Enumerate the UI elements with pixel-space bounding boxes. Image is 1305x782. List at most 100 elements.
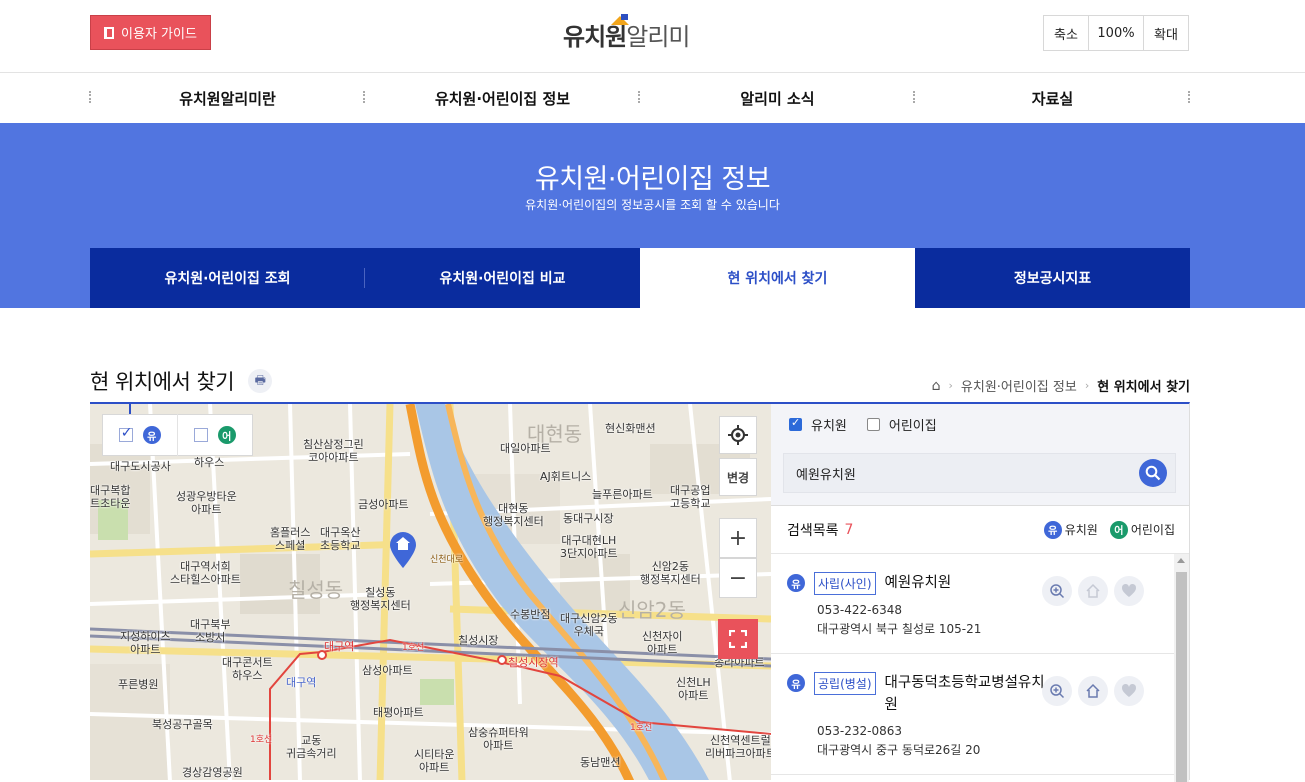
map-poi-label: 신암2동 행정복지센터 [640,560,701,586]
map-view[interactable]: 대현동 칠성동 신암2동 대구도시공사 하우스 침산삼정그린 코아아파트 대일아… [90,402,771,780]
map-poi-label: 대구도시공사 [110,460,171,473]
tab-label: 현 위치에서 찾기 [727,271,828,287]
nav-item-about[interactable]: 유치원알리미란 [90,73,365,123]
zoom-detail-icon[interactable] [1042,576,1072,606]
user-guide-button[interactable]: 이용자 가이드 [90,15,211,50]
tab-label: 정보공시지표 [1013,271,1092,287]
map-poi-label: 현신화맨션 [605,422,656,435]
map-poi-label: 금성아파트 [358,498,409,511]
map-station-label: 대구역 [286,676,317,689]
zoom-out-button[interactable]: 축소 [1044,16,1089,50]
type-badge: 사립(사인) [814,572,876,595]
legend-label: 유치원 [1064,523,1098,537]
map-poi-label: 대구북부 소방서 [190,618,231,644]
list-item[interactable]: 유 사립(사인) 예원유치원 053-422-6348 대구광역시 북구 칠성로… [771,554,1174,654]
print-icon[interactable]: 🖶 [248,369,273,393]
user-guide-label: 이용자 가이드 [121,27,197,42]
nav-item-info[interactable]: 유치원·어린이집 정보 [365,73,640,123]
zoom-in-map-button[interactable]: + [719,518,757,558]
daycare-toggle[interactable]: 어 [178,414,253,456]
breadcrumb-item[interactable]: 유치원·어린이집 정보 [961,376,1077,395]
tab-indicators[interactable]: 정보공시지표 [915,248,1190,308]
facility-phone: 053-232-0863 [817,724,903,738]
search-button[interactable] [1139,459,1167,487]
map-poi-label: 대구공업 고등학교 [670,484,711,510]
chevron-right-icon: › [1084,379,1090,392]
search-icon [1145,465,1161,481]
result-panel: 유치원 어린이집 검색목록 7 유유치원 어어린이집 유 [771,402,1190,782]
map-poi-label: 하우스 [194,456,225,469]
map-poi-label: 대구역서희 스타힐스아파트 [170,560,241,586]
heart-icon[interactable] [1114,576,1144,606]
facility-name[interactable]: 대구동덕초등학교병설유치원 [885,672,1055,716]
map-line-label: 1호선 [402,643,425,653]
map-poi-label: 삼성아파트 [362,664,413,677]
nav-divider [1188,91,1190,103]
checkbox-checked-icon [789,416,802,431]
facility-address: 대구광역시 북구 칠성로 105-21 [817,622,982,636]
map-poi-label: 시티타운 아파트 [414,748,455,774]
map-poi-label: 동남맨션 [580,756,621,769]
map-poi-label: 수봉반점 [510,608,551,621]
map-poi-label: 삼숭슈퍼타워 아파트 [468,726,529,752]
zoom-controls: 축소 100% 확대 [1043,15,1189,51]
search-area [771,444,1189,506]
scrollbar-thumb[interactable] [1176,572,1187,782]
fullscreen-button[interactable] [718,619,758,659]
zoom-detail-icon[interactable] [1042,676,1072,706]
logo-secondary: 알리미 [626,23,690,51]
map-poi-label: 칠성동 행정복지센터 [350,586,411,612]
map-poi-label: 동대구시장 [563,512,614,525]
map-poi-label: 신천자이 아파트 [642,630,683,656]
daycare-icon: 어 [217,426,236,444]
legend-label: 어린이집 [1130,523,1175,537]
map-poi-label: 침산삼정그린 코아아파트 [303,438,364,464]
map-poi-label: AJ휘트니스 [540,470,592,483]
filter-label: 유치원 [811,418,847,434]
fullscreen-icon [729,630,747,648]
map-poi-label: 대구옥산 초등학교 [320,526,361,552]
nav-item-library[interactable]: 자료실 [915,73,1190,123]
home-icon[interactable]: ⌂ [932,378,941,394]
banner-subtitle: 유치원·어린이집의 정보공시를 조회 할 수 있습니다 [525,198,780,212]
tab-nearby[interactable]: 현 위치에서 찾기 [640,248,915,308]
filter-daycare[interactable]: 어린이집 [866,415,937,434]
list-item[interactable]: 유 공립(병설) 대구동덕초등학교병설유치원 053-232-0863 대구광역… [771,654,1174,775]
map-poi-label: 대구콘서트 하우스 [222,656,273,682]
map-poi-label: 대구대현LH 3단지아파트 [560,534,618,560]
map-poi-label: 북성공구골목 [152,718,213,731]
filter-kindergarten[interactable]: 유치원 [789,415,847,434]
tab-compare[interactable]: 유치원·어린이집 비교 [365,248,640,308]
kindergarten-toggle[interactable]: 유 [103,414,178,456]
zoom-in-button[interactable]: 확대 [1144,16,1188,50]
nav-item-news[interactable]: 알리미 소식 [640,73,915,123]
site-logo[interactable]: 유치원 알리미 [563,14,691,52]
scroll-up-icon[interactable] [1177,558,1185,563]
heart-icon[interactable] [1114,676,1144,706]
facility-name[interactable]: 예원유치원 [885,572,952,594]
daycare-icon: 어 [1109,520,1128,539]
top-header: 이용자 가이드 유치원 알리미 축소 100% 확대 [0,0,1305,73]
tab-search[interactable]: 유치원·어린이집 조회 [90,248,365,308]
change-button[interactable]: 변경 [719,458,757,496]
map-poi-label: 대구신암2동 우체국 [560,612,618,638]
zoom-out-map-button[interactable]: − [719,558,757,598]
filter-label: 어린이집 [888,418,937,434]
home-icon[interactable] [1078,676,1108,706]
checkbox-unchecked-icon [193,428,208,442]
main-navigation: 유치원알리미란 유치원·어린이집 정보 알리미 소식 자료실 [0,73,1305,123]
map-poi-label: 교동 귀금속거리 [286,734,337,760]
my-location-button[interactable] [719,416,757,454]
logo-flag-icon [621,14,628,20]
location-pin-icon[interactable] [388,531,418,569]
home-icon[interactable] [1078,576,1108,606]
list-scrollbar[interactable] [1174,554,1189,782]
search-input[interactable] [784,454,1124,492]
result-legend: 유 유치원 어 어린이집 [1043,520,1175,539]
banner-title: 유치원·어린이집 정보 [534,164,771,195]
minus-icon: − [728,565,748,591]
result-header: 검색목록 7 유 유치원 어 어린이집 [771,506,1189,554]
map-line-label: 1호선 [250,735,273,745]
map-area-label: 신암2동 [618,598,686,622]
map-poi-label: 대현동 행정복지센터 [483,502,544,528]
